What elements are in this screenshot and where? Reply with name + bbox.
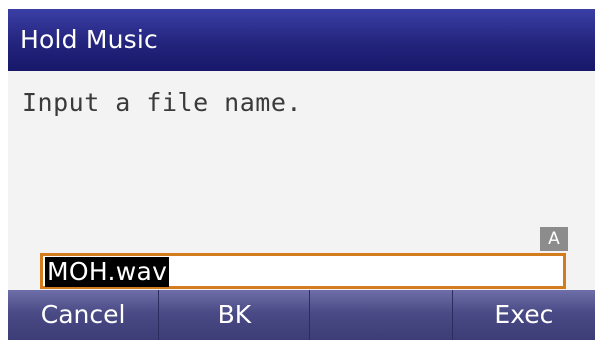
- phone-display: Hold Music Input a file name. A MOH.wav …: [8, 9, 595, 340]
- cancel-softkey[interactable]: Cancel: [8, 290, 158, 340]
- content-area: Input a file name. A MOH.wav: [8, 71, 595, 290]
- title-bar: Hold Music: [8, 9, 595, 71]
- input-mode-badge: A: [540, 227, 568, 251]
- softkey-bar: Cancel BK Exec: [8, 290, 595, 340]
- exec-softkey[interactable]: Exec: [453, 290, 595, 340]
- file-name-input[interactable]: MOH.wav: [40, 253, 566, 289]
- blank-softkey[interactable]: [310, 290, 451, 340]
- file-name-value: MOH.wav: [45, 257, 170, 287]
- bk-softkey[interactable]: BK: [159, 290, 309, 340]
- screen-title: Hold Music: [20, 25, 158, 54]
- prompt-text: Input a file name.: [22, 88, 302, 117]
